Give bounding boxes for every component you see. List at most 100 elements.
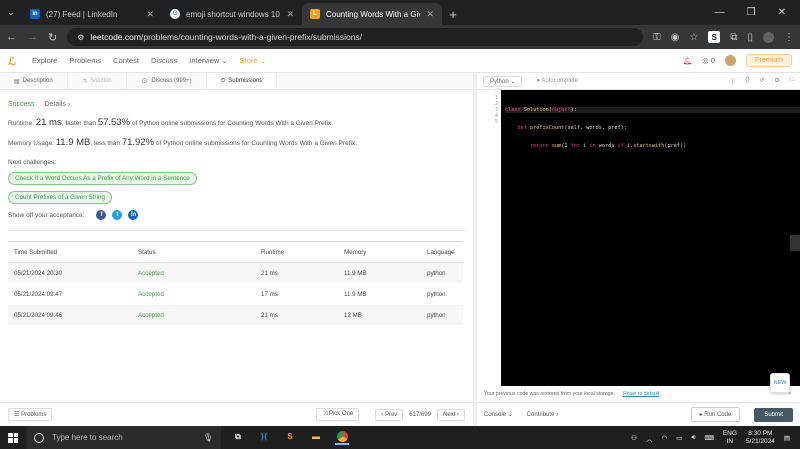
site-info-icon[interactable]: ⚙ (77, 33, 84, 42)
coin-icon: ◎ (702, 56, 709, 65)
google-icon: G (170, 9, 180, 19)
next-button[interactable]: Next › (436, 408, 465, 421)
cell-memory: 11.9 MB (338, 262, 421, 284)
coins[interactable]: ◎ 0 (702, 56, 715, 65)
chevron-up-icon[interactable]: ︿ (646, 433, 653, 443)
leetcode-logo-icon[interactable]: ℒ (8, 55, 20, 68)
premium-button[interactable]: Premium (745, 54, 792, 67)
sublime-icon[interactable]: S (283, 431, 297, 445)
nav-store[interactable]: Store ⌄ (240, 56, 266, 65)
cortana-icon (34, 432, 44, 443)
people-icon[interactable]: ⚇ (631, 434, 637, 442)
address-bar: ← → ↻ ⚙ leetcode.com/problems/counting-w… (0, 25, 800, 49)
table-row[interactable]: 05/21/2024 09:46 Accepted 21 ms 12 MB py… (8, 304, 463, 326)
table-row[interactable]: 05/21/2024 09:47 Accepted 17 ms 11.9 MB … (8, 283, 463, 305)
lang-bottom: IN (726, 437, 734, 445)
profile-icon[interactable] (763, 31, 774, 43)
problems-list-button[interactable]: ☰ Problems (8, 408, 53, 421)
tab-solution[interactable]: ⚗ Solution (68, 73, 127, 89)
challenge-chip[interactable]: Check If a Word Occurs As a Prefix of An… (8, 172, 197, 185)
linkedin-share-icon[interactable]: in (128, 210, 139, 220)
prev-button[interactable]: ‹ Prev (375, 408, 404, 421)
extension-s-icon[interactable]: S (708, 31, 721, 43)
network-icon[interactable]: ◠ (662, 434, 668, 442)
back-icon[interactable]: ← (6, 31, 17, 43)
keyboard-icon[interactable]: ⌨ (704, 434, 713, 442)
facebook-icon[interactable]: f (96, 210, 107, 220)
minimize-icon[interactable]: — (715, 7, 725, 18)
nav-problems[interactable]: Problems (69, 56, 101, 65)
autocomplete-toggle[interactable]: ● Autocomplete (536, 78, 578, 84)
table-row[interactable]: 05/21/2024 20:30 Accepted 21 ms 11.9 MB … (8, 262, 463, 284)
browser-tab-active[interactable]: L Counting Words With a Given P ✕ (302, 3, 442, 25)
twitter-icon[interactable]: t (112, 210, 123, 220)
nav-interview[interactable]: Interview ⌄ (189, 56, 227, 65)
runtime-stat: Runtime: 21 ms, faster than 57.53% of Py… (8, 117, 465, 128)
prev-label: Prev (384, 411, 398, 418)
submit-button[interactable]: Submit (754, 407, 793, 422)
tab-submissions[interactable]: ⏲ Submissions (206, 73, 278, 89)
pick-one-button[interactable]: ⤨ Pick One (316, 408, 360, 421)
microphone-icon[interactable]: 🎙︎ (203, 433, 213, 442)
pick-one-label: Pick One (328, 411, 354, 417)
code-editor[interactable]: 1 2 3 4 5 class Solution(object): def pr… (477, 90, 800, 393)
close-icon[interactable]: ✕ (146, 9, 154, 20)
close-icon[interactable]: ✕ (788, 391, 792, 397)
console-toggle[interactable]: Console ⌄ (484, 411, 513, 418)
file-explorer-icon[interactable]: ▬ (309, 431, 323, 445)
side-collapse-handle[interactable] (790, 235, 800, 251)
fullscreen-icon[interactable]: ⛶ (790, 77, 794, 86)
problem-subtabs: ▤ Description ⚗ Solution 💬︎ Discuss (999+) … (0, 73, 473, 90)
settings-gear-icon[interactable]: ⚙ (774, 77, 779, 86)
reset-icon[interactable]: ↺ (759, 77, 764, 86)
new-tab-button[interactable]: + (442, 3, 464, 25)
cell-status[interactable]: Accepted (132, 262, 255, 284)
tab-discuss[interactable]: 💬︎ Discuss (999+) (127, 73, 207, 89)
nav-explore[interactable]: Explore (32, 56, 57, 65)
notification-bell-icon[interactable]: 🔔︎ (683, 56, 693, 65)
bookmark-star-icon[interactable]: ☆ (689, 32, 698, 43)
run-code-label: Run Code (704, 412, 732, 418)
clock[interactable]: 8:30 PM 5/21/2024 (746, 430, 775, 446)
url-field[interactable]: ⚙ leetcode.com/problems/counting-words-w… (67, 28, 644, 46)
restore-icon[interactable]: ❐ (747, 7, 756, 18)
challenge-chip[interactable]: Count Prefixes of a Given String (8, 191, 112, 204)
forward-icon[interactable]: → (27, 31, 38, 43)
brackets-icon[interactable]: {} (745, 77, 749, 86)
tab-description[interactable]: ▤ Description (0, 73, 68, 89)
chevron-down-icon: ⌄ (510, 78, 516, 85)
browser-tab[interactable]: G emoji shortcut windows 10 - Go ✕ (162, 3, 302, 25)
sidepanel-icon[interactable]: ▯ (747, 32, 753, 43)
nav-contest[interactable]: Contest (113, 56, 139, 65)
contribute-link[interactable]: Contribute › (527, 412, 558, 418)
close-icon[interactable]: ✕ (286, 9, 294, 20)
eye-off-icon[interactable]: ◉ (671, 32, 680, 43)
volume-icon[interactable]: 🔊︎ (691, 434, 695, 442)
language-select[interactable]: Python ⌄ (483, 75, 523, 87)
cell-status[interactable]: Accepted (132, 304, 255, 326)
reload-icon[interactable]: ↻ (48, 31, 57, 44)
windows-start-icon[interactable] (0, 426, 26, 449)
extensions-puzzle-icon[interactable]: ⧉ (730, 32, 737, 43)
tab-search-icon[interactable]: ⌄ (0, 0, 22, 25)
close-window-icon[interactable]: ✕ (778, 7, 786, 18)
input-language[interactable]: ENG IN (723, 430, 737, 446)
vscode-icon[interactable]: ⟩⟨ (257, 431, 271, 445)
nav-discuss[interactable]: Discuss (151, 56, 177, 65)
kebab-menu-icon[interactable]: ⋮ (784, 32, 794, 43)
close-icon[interactable]: ✕ (426, 9, 434, 20)
battery-icon[interactable]: ▭ (676, 434, 682, 442)
task-view-icon[interactable]: ⧉ (231, 431, 245, 445)
code-area[interactable]: class Solution(object): def prefixCount(… (501, 90, 800, 386)
chrome-icon[interactable] (335, 431, 349, 445)
browser-tab[interactable]: in (27) Feed | LinkedIn ✕ (22, 3, 162, 25)
cell-status[interactable]: Accepted (132, 283, 255, 305)
reset-default-link[interactable]: Reset to default (623, 391, 659, 397)
taskbar-search[interactable]: Type here to search 🎙︎ (26, 426, 221, 449)
info-icon[interactable]: ⓘ (729, 77, 735, 86)
password-key-icon[interactable]: ⚿ (653, 32, 661, 43)
avatar[interactable] (724, 55, 736, 66)
run-code-button[interactable]: ▸ Run Code (690, 407, 741, 422)
details-link[interactable]: Details › (44, 101, 70, 108)
notification-center-icon[interactable]: ▤ (784, 434, 790, 442)
